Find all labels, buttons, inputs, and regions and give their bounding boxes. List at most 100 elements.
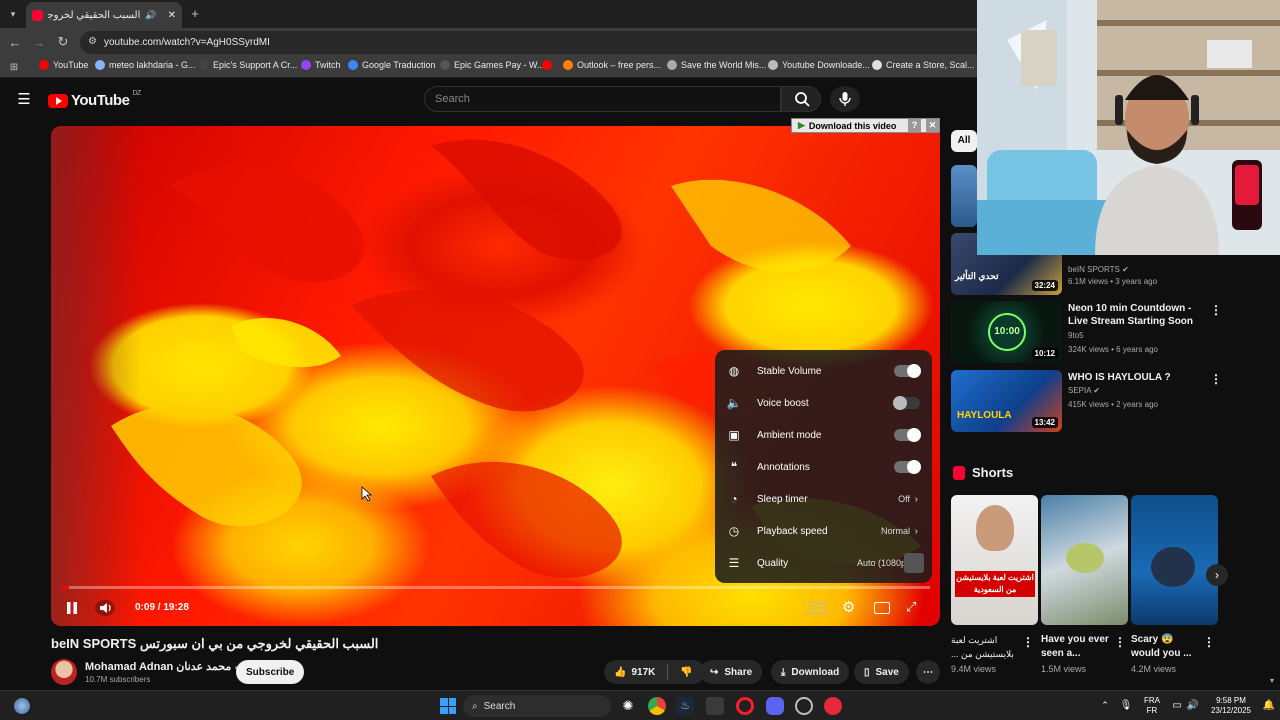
recommended-thumbnail-partial[interactable] bbox=[951, 165, 977, 227]
bookmark-epic-pay[interactable]: Epic Games Pay - W... bbox=[440, 60, 545, 70]
menu-item-quality[interactable]: ☰ Quality Auto (1080p bbox=[715, 547, 932, 579]
tab-search-icon[interactable]: ▾ bbox=[5, 6, 21, 22]
menu-item-playback-speed[interactable]: ◷ Playback speed Normal › bbox=[715, 515, 932, 547]
chrome-app-icon[interactable] bbox=[648, 697, 666, 715]
language-indicator[interactable]: FRA FR bbox=[1140, 696, 1164, 716]
download-video-banner[interactable]: ▶ Download this video ? ✕ bbox=[791, 118, 940, 133]
site-info-icon[interactable]: ⚙ bbox=[88, 36, 97, 47]
more-actions-button[interactable]: ⋯ bbox=[916, 660, 940, 684]
country-code: DZ bbox=[132, 90, 141, 97]
like-button[interactable]: 👍 917K bbox=[614, 667, 655, 678]
menu-item-annotations[interactable]: ❝ Annotations bbox=[715, 451, 932, 483]
short-thumbnail[interactable]: اشتريت لعبة بلايستيشن من السعودية bbox=[951, 495, 1038, 625]
ambient-mode-icon: ▣ bbox=[728, 428, 740, 442]
search-button[interactable] bbox=[781, 86, 821, 112]
discord-app-icon[interactable] bbox=[766, 697, 784, 715]
miniplayer-icon[interactable] bbox=[874, 602, 890, 614]
menu-item-voice-boost[interactable]: 🔈 Voice boost bbox=[715, 387, 932, 419]
bookmark-label: Google Traduction bbox=[362, 60, 436, 70]
bookmark-favicon-icon bbox=[348, 60, 358, 70]
chatgpt-app-icon[interactable]: ✺ bbox=[619, 697, 637, 715]
webcam-scene bbox=[977, 0, 1280, 255]
dislike-button[interactable]: 👎 bbox=[680, 667, 692, 678]
video-duration: 13:42 bbox=[1031, 417, 1058, 428]
more-options-icon[interactable]: ⋮ bbox=[1114, 635, 1126, 649]
menu-item-ambient-mode[interactable]: ▣ Ambient mode bbox=[715, 419, 932, 451]
menu-item-stable-volume[interactable]: ◍ Stable Volume bbox=[715, 355, 932, 387]
forward-icon[interactable]: → bbox=[32, 35, 46, 50]
opera-app-icon[interactable] bbox=[736, 697, 754, 715]
short-thumbnail[interactable] bbox=[1041, 495, 1128, 625]
bookmark-label: meteo lakhdaria - G... bbox=[109, 60, 196, 70]
app-icon[interactable] bbox=[824, 697, 842, 715]
recommended-thumbnail[interactable]: HAYLOULA 13:42 bbox=[951, 370, 1062, 432]
notification-bell-icon[interactable]: 🔔 bbox=[1262, 698, 1276, 712]
tray-chevron-icon[interactable]: ⌃ bbox=[1099, 699, 1111, 711]
new-tab-icon[interactable]: + bbox=[188, 6, 202, 21]
more-options-icon[interactable]: ⋮ bbox=[1203, 635, 1215, 649]
recommended-title[interactable]: WHO IS HAYLOULA ? bbox=[1068, 371, 1171, 384]
chip-all[interactable]: All bbox=[951, 130, 977, 152]
widgets-icon[interactable] bbox=[14, 698, 30, 714]
annotations-toggle[interactable] bbox=[894, 460, 921, 474]
more-options-icon[interactable]: ⋮ bbox=[1210, 303, 1222, 317]
bookmark-youtube[interactable]: YouTube bbox=[39, 60, 88, 70]
browser-tab[interactable]: السبب الحقيقي لخروجي من بي ... 🔊 ✕ bbox=[26, 2, 182, 28]
more-options-icon[interactable]: ⋮ bbox=[1210, 372, 1222, 386]
bookmark-youtube-downloader[interactable]: Youtube Downloade... bbox=[768, 60, 870, 70]
menu-item-sleep-timer[interactable]: ◔ Sleep timer Off › bbox=[715, 483, 932, 515]
share-button[interactable]: ↪ Share bbox=[700, 660, 763, 684]
network-icon[interactable]: ▭ bbox=[1170, 698, 1184, 712]
steam-app-icon[interactable]: ♨ bbox=[676, 697, 694, 715]
bookmark-create-store[interactable]: Create a Store, Scal... bbox=[872, 60, 975, 70]
download-button[interactable]: ⤓ Download bbox=[771, 660, 850, 684]
fullscreen-icon[interactable]: ⤢ bbox=[906, 599, 922, 615]
ambient-mode-toggle[interactable] bbox=[894, 428, 921, 442]
short-title[interactable]: Scary 😨 would you ... bbox=[1131, 633, 1199, 661]
bookmark-twitch[interactable]: Twitch bbox=[301, 60, 341, 70]
app-icon[interactable] bbox=[795, 697, 813, 715]
subscribe-button[interactable]: Subscribe bbox=[236, 660, 305, 684]
tab-close-icon[interactable]: ✕ bbox=[168, 10, 176, 21]
bookmark-youtube-icon[interactable] bbox=[542, 60, 556, 70]
back-icon[interactable]: ← bbox=[8, 35, 22, 50]
captions-icon[interactable]: CC bbox=[809, 602, 825, 614]
progress-bar[interactable] bbox=[62, 586, 930, 589]
help-icon[interactable]: ? bbox=[908, 119, 921, 132]
apps-icon[interactable]: ⊞ bbox=[8, 61, 20, 73]
search-input[interactable]: Search bbox=[424, 86, 781, 112]
search-icon: ⌕ bbox=[472, 700, 478, 712]
pause-button[interactable] bbox=[63, 601, 81, 615]
taskbar-search-input[interactable]: ⌕ Search bbox=[463, 695, 611, 717]
close-banner-icon[interactable]: ✕ bbox=[926, 119, 939, 132]
speaker-icon[interactable]: 🔊 bbox=[1186, 698, 1200, 712]
microphone-tray-icon[interactable]: 🎙 bbox=[1120, 698, 1133, 712]
bookmark-epic-support[interactable]: Epic's Support A Cr... bbox=[199, 60, 297, 70]
save-button[interactable]: ▯ Save bbox=[854, 660, 909, 684]
voice-boost-toggle[interactable] bbox=[893, 396, 920, 410]
menu-icon[interactable]: ☰ bbox=[16, 91, 32, 108]
reload-icon[interactable]: ↻ bbox=[56, 34, 70, 49]
app-icon[interactable] bbox=[706, 697, 724, 715]
bookmark-outlook[interactable]: Outlook – free pers... bbox=[563, 60, 661, 70]
volume-button[interactable] bbox=[95, 600, 115, 616]
recommended-thumbnail[interactable]: 10:00 10:12 bbox=[951, 301, 1062, 363]
windows-start-icon[interactable] bbox=[440, 698, 456, 714]
shorts-next-button[interactable]: › bbox=[1206, 564, 1228, 586]
more-options-icon[interactable]: ⋮ bbox=[1022, 635, 1034, 649]
bookmark-google-traduction[interactable]: Google Traduction bbox=[348, 60, 436, 70]
scroll-down-arrow-icon[interactable]: ▾ bbox=[1270, 676, 1280, 690]
stable-volume-toggle[interactable] bbox=[894, 364, 921, 378]
short-title[interactable]: Have you ever seen a... bbox=[1041, 633, 1109, 661]
settings-gear-icon[interactable]: ⚙ bbox=[842, 599, 860, 617]
short-thumbnail[interactable] bbox=[1131, 495, 1218, 625]
voice-search-button[interactable] bbox=[830, 86, 860, 112]
clock[interactable]: 9:58 PM 23/12/2025 bbox=[1205, 696, 1257, 716]
channel-avatar[interactable] bbox=[51, 659, 77, 685]
channel-name[interactable]: Mohamad Adnan محمد عدنان ✔ bbox=[85, 660, 242, 673]
short-title[interactable]: اشتريت لعبة بلايستيشن من ... bbox=[951, 633, 1017, 661]
bookmark-meteo[interactable]: meteo lakhdaria - G... bbox=[95, 60, 196, 70]
recommended-title[interactable]: Neon 10 min Countdown - Live Stream Star… bbox=[1068, 302, 1203, 328]
bookmark-save-the-world[interactable]: Save the World Mis... bbox=[667, 60, 766, 70]
youtube-logo[interactable]: YouTube DZ bbox=[48, 90, 141, 109]
